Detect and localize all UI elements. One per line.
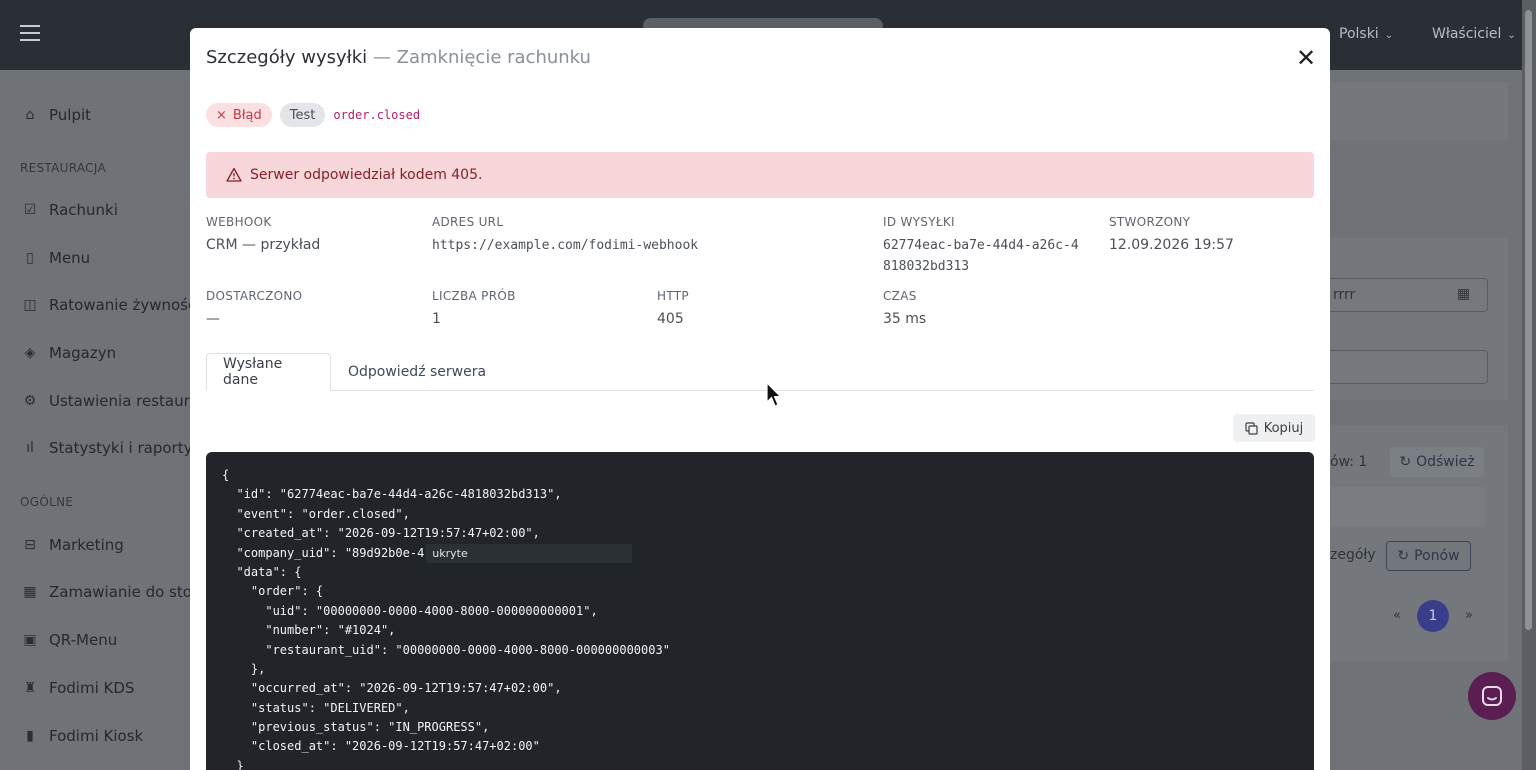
sidebar-item-menu[interactable]: ▯ Menu: [22, 246, 90, 270]
code-line: "event": "order.closed",: [222, 506, 410, 521]
field-time: CZAS 35 ms: [883, 289, 927, 327]
chat-launcher-button[interactable]: [1468, 672, 1516, 720]
code-line: },: [222, 661, 266, 676]
bag-icon: ◫: [23, 297, 37, 313]
code-line: "occurred_at": "2026-09-12T19:57:47+02:0…: [222, 681, 562, 696]
bar-chart-icon: ıl: [26, 440, 34, 456]
hamburger-menu-icon[interactable]: [20, 25, 40, 43]
tab-sent-data[interactable]: Wysłane dane: [206, 353, 331, 391]
payload-code-block[interactable]: { "id": "62774eac-ba7e-44d4-a26c-4818032…: [206, 452, 1314, 770]
code-line: "id": "62774eac-ba7e-44d4-a26c-4818032bd…: [222, 487, 562, 502]
field-created: STWORZONY 12.09.2026 19:57: [1109, 215, 1234, 253]
count-text: ów: 1: [1330, 454, 1368, 470]
field-webhook: WEBHOOK CRM — przykład: [206, 215, 321, 253]
retry-button[interactable]: ↻ Ponów: [1386, 541, 1471, 571]
close-icon[interactable]: ✕: [1296, 46, 1316, 70]
tab-server-response[interactable]: Odpowiedź serwera: [332, 353, 502, 391]
language-dropdown[interactable]: Polski ⌄: [1339, 26, 1393, 42]
sidebar-section-ogolne: OGÓLNE: [20, 495, 74, 509]
hidden-value-badge: ukryte: [426, 543, 633, 563]
layers-icon: ◈: [24, 345, 36, 361]
sidebar-item-ustawienia[interactable]: ⚙ Ustawienia restaurac: [22, 389, 208, 413]
code-line: "previous_status": "IN_PROGRESS",: [222, 720, 490, 735]
inbox-icon: ⊟: [24, 537, 36, 553]
code-line: "order": {: [222, 584, 324, 599]
chevron-down-icon: ⌄: [1507, 30, 1516, 41]
code-line: "status": "DELIVERED",: [222, 700, 410, 715]
chef-hat-icon: ♜: [23, 680, 37, 696]
delivery-details-modal: Szczegóły wysyłki — Zamknięcie rachunku …: [190, 28, 1330, 770]
code-line: "created_at": "2026-09-12T19:57:47+02:00…: [222, 526, 540, 541]
field-url: ADRES URL https://example.com/fodimi-web…: [432, 215, 699, 253]
book-icon: ▯: [26, 250, 34, 266]
date-input[interactable]: rrrr ▦: [1316, 278, 1488, 312]
scrollbar-thumb[interactable]: [1525, 10, 1532, 630]
warning-triangle-icon: [226, 167, 242, 182]
user-dropdown[interactable]: Właściciel ⌄: [1432, 26, 1516, 42]
calendar-icon: ▦: [1457, 286, 1471, 302]
chat-icon: [1482, 686, 1502, 706]
x-icon: ×: [216, 107, 227, 123]
field-delivery-id: ID WYSYŁKI 62774eac-ba7e-44d4-a26c-48180…: [883, 215, 1079, 274]
code-line-company-uid: "company_uid": "89d92b0e-4 ukryte: [222, 543, 1298, 563]
code-line: }: [222, 758, 244, 770]
sidebar-item-rachunki[interactable]: ☑ Rachunki: [22, 198, 118, 222]
sidebar-item-marketing[interactable]: ⊟ Marketing: [22, 533, 124, 557]
code-line: "number": "#1024",: [222, 623, 396, 638]
payload-tabs: Wysłane dane Odpowiedź serwera: [206, 353, 1314, 391]
page-next[interactable]: »: [1465, 608, 1473, 623]
code-line: "closed_at": "2026-09-12T19:57:47+02:00": [222, 739, 540, 754]
mouse-cursor-icon: [766, 382, 782, 407]
bg-row: [1330, 487, 1485, 527]
sidebar-item-magazyn[interactable]: ◈ Magazyn: [22, 341, 117, 365]
refresh-button[interactable]: ↻ Odśwież: [1390, 447, 1484, 477]
field-delivered: DOSTARCZONO —: [206, 289, 303, 327]
sidebar-item-kds[interactable]: ♜ Fodimi KDS: [22, 676, 135, 700]
grid-icon: ▦: [23, 584, 37, 600]
modal-title: Szczegóły wysyłki — Zamknięcie rachunku: [206, 47, 591, 68]
check-square-icon: ☑: [23, 202, 37, 218]
sidebar-item-pulpit[interactable]: ⌂ Pulpit: [22, 103, 91, 127]
copy-icon: [1245, 421, 1258, 435]
error-alert: Serwer odpowiedział kodem 405.: [206, 152, 1314, 198]
code-line: "data": {: [222, 564, 302, 579]
gear-icon: ⚙: [23, 393, 37, 409]
code-line: "restaurant_uid": "00000000-0000-4000-80…: [222, 642, 670, 657]
refresh-icon: ↻: [1397, 548, 1410, 564]
qr-icon: ▣: [23, 632, 37, 648]
event-name: order.closed: [333, 108, 421, 122]
home-icon: ⌂: [25, 107, 35, 123]
page-prev[interactable]: «: [1393, 608, 1401, 623]
bg-card: [1330, 82, 1508, 140]
page-current[interactable]: 1: [1417, 600, 1449, 632]
sidebar-item-ratowanie[interactable]: ◫ Ratowanie żywności: [22, 293, 200, 317]
refresh-icon: ↻: [1399, 454, 1412, 470]
code-line: "uid": "00000000-0000-4000-8000-00000000…: [222, 603, 598, 618]
chevron-down-icon: ⌄: [1384, 30, 1394, 41]
sidebar-item-statystyki[interactable]: ıl Statystyki i raporty: [22, 436, 192, 460]
main-content-background: [1330, 70, 1536, 770]
error-badge: × Błąd: [206, 103, 272, 127]
sidebar-section-restauracja: RESTAURACJA: [20, 161, 106, 175]
field-attempts: LICZBA PRÓB 1: [432, 289, 516, 327]
code-line: {: [222, 468, 230, 482]
bg-input[interactable]: [1316, 350, 1488, 384]
sidebar-item-qr-menu[interactable]: ▣ QR-Menu: [22, 628, 117, 652]
sidebar-item-zamawianie[interactable]: ▦ Zamawianie do stolik: [22, 580, 209, 604]
test-badge: Test: [279, 103, 326, 127]
sidebar: ⌂ Pulpit RESTAURACJA ☑ Rachunki ▯ Menu ◫ Rat…: [0, 70, 209, 770]
field-http: HTTP 405: [657, 289, 689, 327]
copy-button[interactable]: Kopiuj: [1233, 414, 1315, 442]
details-link[interactable]: zegóły: [1330, 547, 1376, 563]
status-badges: × Błąd Test order.closed: [206, 103, 420, 127]
sidebar-item-kiosk[interactable]: ▮ Fodimi Kiosk: [22, 724, 143, 748]
kiosk-icon: ▮: [26, 728, 34, 744]
